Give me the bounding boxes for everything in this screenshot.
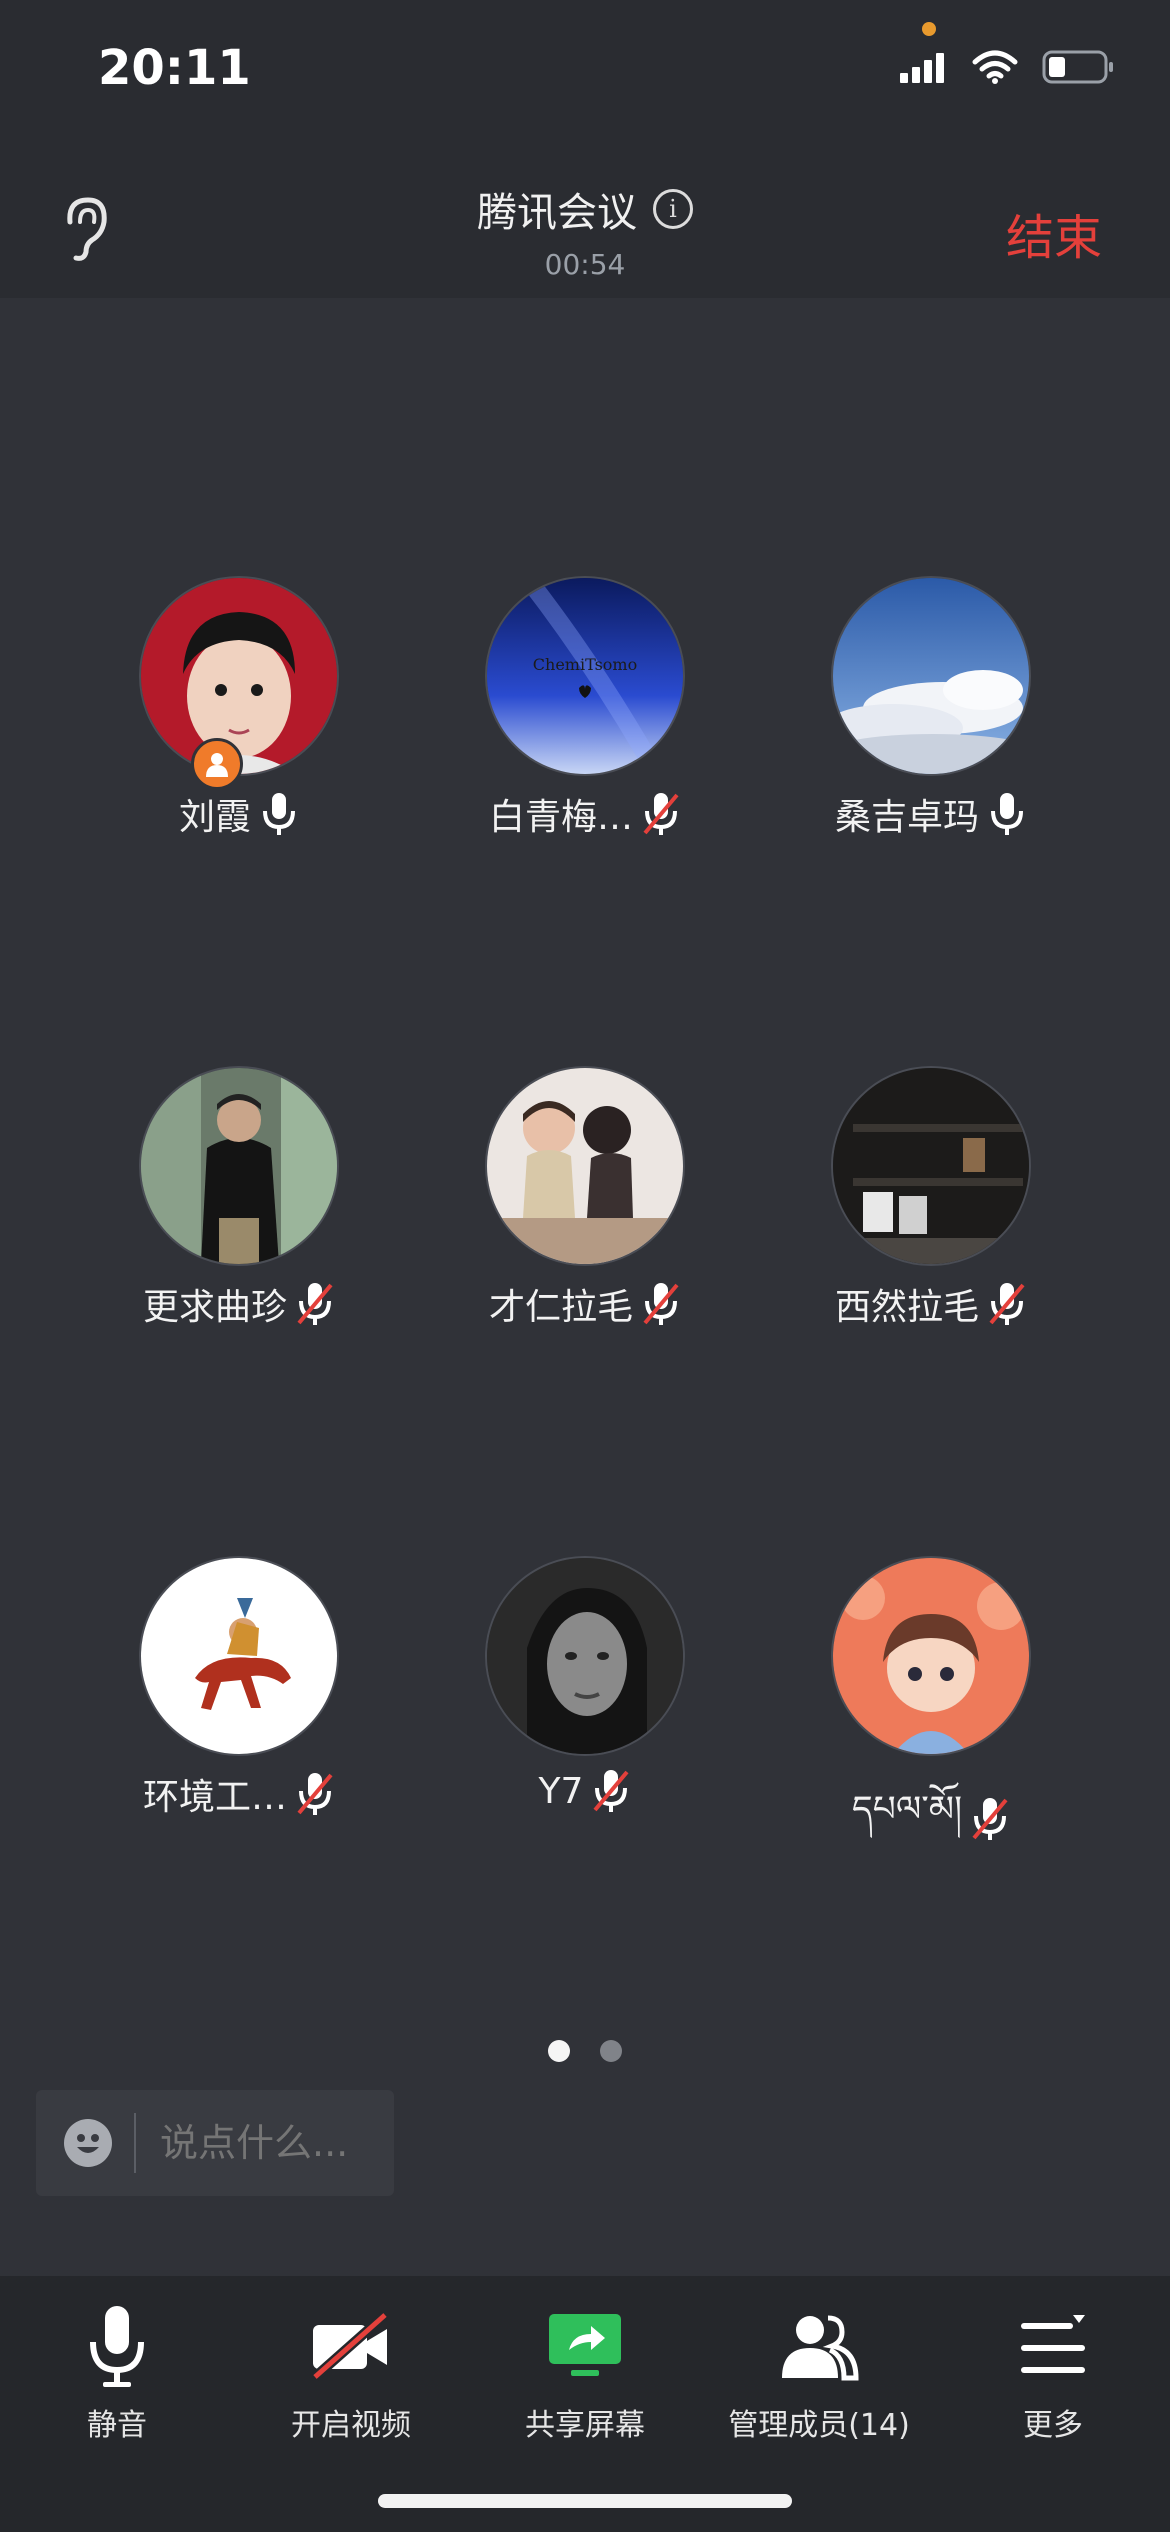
- members-icon: [782, 2315, 859, 2381]
- microphone-muted-icon: [972, 1798, 1008, 1840]
- emoji-icon[interactable]: [64, 2119, 112, 2167]
- microphone-muted-icon: [643, 1283, 679, 1325]
- wifi-icon: [972, 50, 1018, 84]
- chat-input[interactable]: [158, 2120, 382, 2166]
- share-label: 共享屏幕: [525, 2408, 645, 2443]
- participant-name-row: 环境工…: [74, 1768, 404, 1820]
- chat-separator: [134, 2113, 136, 2173]
- participant-tile[interactable]: 刘霞: [74, 576, 404, 840]
- start-video-button[interactable]: 开启视频: [236, 2296, 466, 2444]
- mute-button[interactable]: 静音: [2, 2296, 232, 2444]
- participant-avatar: [485, 1066, 685, 1266]
- info-icon[interactable]: i: [653, 189, 693, 229]
- participant-name-row: 更求曲珍: [74, 1278, 404, 1330]
- participant-avatar: [485, 1556, 685, 1756]
- cellular-signal-icon: [900, 53, 944, 83]
- meeting-header: 腾讯会议 i 00:54 结束: [0, 150, 1170, 298]
- microphone-muted-icon: [593, 1770, 629, 1812]
- status-icons: [900, 50, 1114, 84]
- chat-box[interactable]: [36, 2090, 394, 2196]
- microphone-icon: [991, 793, 1023, 835]
- participant-name-row: དཔལ་མོ།: [766, 1768, 1096, 1870]
- participant-name: 桑吉卓玛: [834, 797, 979, 838]
- status-time: 20:11: [98, 40, 251, 96]
- host-icon: [191, 738, 243, 790]
- participant-tile[interactable]: 才仁拉毛: [420, 1066, 750, 1330]
- meeting-title-text: 腾讯会议: [477, 190, 637, 236]
- participant-avatar: [139, 576, 339, 776]
- microphone-muted-icon: [297, 1773, 333, 1815]
- avatar-text: ChemiTsomo: [533, 655, 637, 674]
- participant-name-row: 才仁拉毛: [420, 1278, 750, 1330]
- members-label: 管理成员(14): [728, 2408, 910, 2443]
- manage-members-button[interactable]: 管理成员(14): [704, 2296, 934, 2444]
- microphone-muted-icon: [297, 1283, 333, 1325]
- participant-tile[interactable]: Y7: [420, 1556, 750, 1814]
- share-screen-button[interactable]: 共享屏幕: [470, 2296, 700, 2444]
- meeting-title[interactable]: 腾讯会议 i: [477, 180, 693, 238]
- home-indicator[interactable]: [378, 2494, 792, 2508]
- microphone-muted-icon: [643, 793, 679, 835]
- video-off-icon: [311, 2311, 389, 2381]
- mute-label: 静音: [87, 2408, 147, 2443]
- participant-name: 环境工…: [142, 1777, 287, 1818]
- participant-name-row: 桑吉卓玛: [766, 788, 1096, 840]
- page-dot-1[interactable]: [548, 2040, 570, 2062]
- participant-avatar: [139, 1066, 339, 1266]
- page-dot-2[interactable]: [600, 2040, 622, 2062]
- participant-name: 白青梅…: [488, 797, 633, 838]
- more-menu-icon: [1021, 2315, 1085, 2373]
- participant-tile[interactable]: 西然拉毛: [766, 1066, 1096, 1330]
- participant-name-row: 白青梅…: [420, 788, 750, 840]
- participant-name-row: 西然拉毛: [766, 1278, 1096, 1330]
- more-button[interactable]: 更多: [938, 2296, 1168, 2444]
- participant-avatar: [831, 576, 1031, 776]
- camera-indicator-dot: [922, 22, 936, 36]
- microphone-icon: [263, 793, 295, 835]
- share-screen-icon: [549, 2314, 621, 2376]
- participant-tile[interactable]: 更求曲珍: [74, 1066, 404, 1330]
- page-indicator[interactable]: [0, 2040, 1170, 2062]
- participant-name: 刘霞: [178, 797, 251, 838]
- video-stage: 刘霞 ChemiTsomo 白青梅… 桑吉卓玛 更求曲珍 才仁拉毛 西然拉毛 环…: [0, 298, 1170, 2276]
- end-meeting-button[interactable]: 结束: [1006, 198, 1102, 268]
- participant-tile[interactable]: 环境工…: [74, 1556, 404, 1820]
- participant-avatar: [831, 1066, 1031, 1266]
- participant-tile[interactable]: ChemiTsomo 白青梅…: [420, 576, 750, 840]
- status-bar: 20:11: [0, 0, 1170, 150]
- participant-tile[interactable]: 桑吉卓玛: [766, 576, 1096, 840]
- microphone-muted-icon: [989, 1283, 1025, 1325]
- meeting-timer: 00:54: [544, 248, 626, 281]
- video-label: 开启视频: [291, 2408, 411, 2443]
- participant-name-row: 刘霞: [74, 788, 404, 840]
- participant-name: དཔལ་མོ།: [851, 1789, 963, 1830]
- participant-avatar: ChemiTsomo: [485, 576, 685, 776]
- participant-name: 才仁拉毛: [488, 1287, 633, 1328]
- participant-avatar: [139, 1556, 339, 1756]
- participant-name: 西然拉毛: [834, 1287, 979, 1328]
- battery-icon: [1042, 50, 1113, 84]
- participant-name: 更求曲珍: [142, 1287, 287, 1328]
- microphone-icon: [90, 2306, 144, 2387]
- participant-name: Y7: [538, 1770, 584, 1812]
- participant-tile[interactable]: དཔལ་མོ།: [766, 1556, 1096, 1870]
- participant-avatar: [831, 1556, 1031, 1756]
- participant-name-row: Y7: [420, 1768, 750, 1814]
- more-label: 更多: [1023, 2408, 1083, 2443]
- title-block: 腾讯会议 i 00:54: [0, 180, 1170, 281]
